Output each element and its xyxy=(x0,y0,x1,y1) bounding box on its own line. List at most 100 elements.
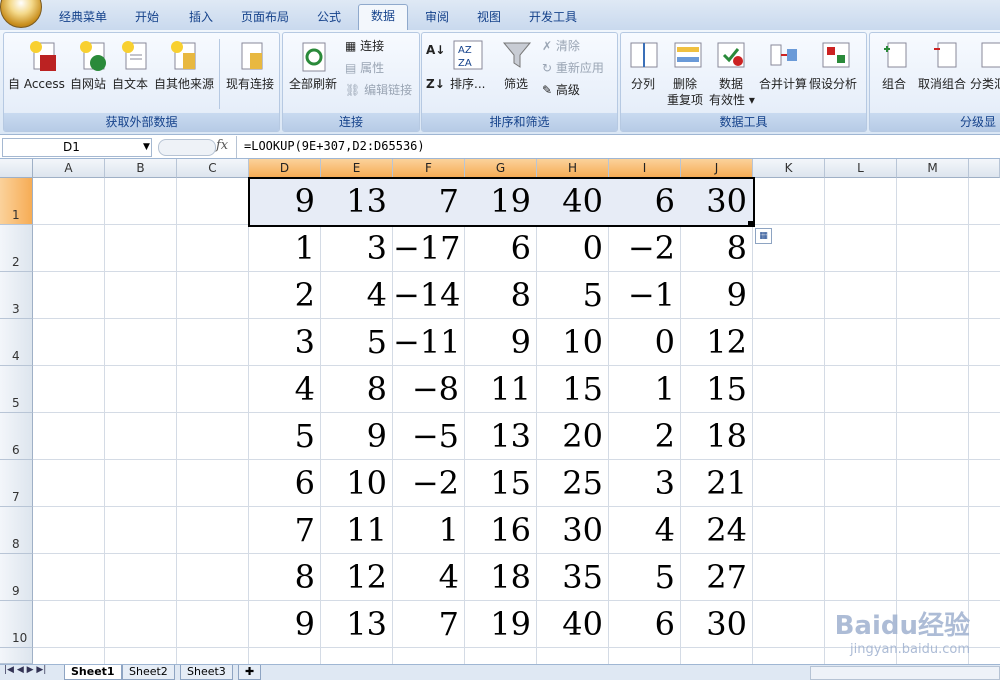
row-header-9[interactable]: 9 xyxy=(0,554,33,601)
cell-d8[interactable]: 7 xyxy=(249,507,321,553)
properties-button[interactable]: ▤ 属性 xyxy=(345,59,384,76)
row-header-5[interactable]: 5 xyxy=(0,366,33,413)
row-header-7[interactable]: 7 xyxy=(0,460,33,507)
refresh-all-button[interactable]: 全部刷新 xyxy=(289,75,337,92)
column-header-n[interactable] xyxy=(969,159,1000,178)
cell-j7[interactable]: 21 xyxy=(681,460,753,506)
cell-h5[interactable]: 15 xyxy=(537,366,609,412)
tab-classic-menu[interactable]: 经典菜单 xyxy=(48,6,118,28)
cell-e10[interactable]: 13 xyxy=(321,601,393,647)
existing-connections-button[interactable]: 现有连接 xyxy=(226,75,274,92)
cell-i2[interactable]: −2 xyxy=(609,225,681,271)
cell-d4[interactable]: 3 xyxy=(249,319,321,365)
cell-e5[interactable]: 8 xyxy=(321,366,393,412)
ungroup-button[interactable]: 取消组合 xyxy=(918,75,966,92)
cell-f9[interactable]: 4 xyxy=(393,554,465,600)
cell-h10[interactable]: 40 xyxy=(537,601,609,647)
column-header-e[interactable]: E xyxy=(321,159,393,178)
row-header-3[interactable]: 3 xyxy=(0,272,33,319)
column-header-b[interactable]: B xyxy=(105,159,177,178)
paste-options-icon[interactable]: ▦ xyxy=(755,228,772,244)
sheet-nav-arrows[interactable]: |◀ ◀ ▶ ▶| xyxy=(4,665,46,675)
column-header-g[interactable]: G xyxy=(465,159,537,178)
horizontal-scrollbar[interactable] xyxy=(810,666,1000,680)
cell-d10[interactable]: 9 xyxy=(249,601,321,647)
text-to-columns-button[interactable]: 分列 xyxy=(631,75,655,92)
insert-sheet-icon[interactable]: ✚ xyxy=(238,665,262,680)
from-access-button[interactable]: 自 Access xyxy=(8,75,65,92)
tab-insert[interactable]: 插入 xyxy=(176,6,226,28)
cell-g7[interactable]: 15 xyxy=(465,460,537,506)
cell-f2[interactable]: −17 xyxy=(393,225,465,271)
cell-f8[interactable]: 1 xyxy=(393,507,465,553)
cell-i5[interactable]: 1 xyxy=(609,366,681,412)
column-header-m[interactable]: M xyxy=(897,159,969,178)
cell-g3[interactable]: 8 xyxy=(465,272,537,318)
cell-j10[interactable]: 30 xyxy=(681,601,753,647)
clear-button[interactable]: ✗ 清除 xyxy=(542,37,580,54)
from-text-button[interactable]: 自文本 xyxy=(112,75,148,92)
column-header-k[interactable]: K xyxy=(753,159,825,178)
cell-d9[interactable]: 8 xyxy=(249,554,321,600)
edit-links-button[interactable]: ⛓ 编辑链接 xyxy=(345,81,412,98)
cell-g9[interactable]: 18 xyxy=(465,554,537,600)
column-header-f[interactable]: F xyxy=(393,159,465,178)
column-header-h[interactable]: H xyxy=(537,159,609,178)
subtotal-button[interactable]: 分类汇 xyxy=(970,75,1000,92)
cell-h3[interactable]: 5 xyxy=(537,272,609,318)
remove-duplicates-button[interactable]: 重复项 xyxy=(667,91,703,108)
connections-button[interactable]: ▦ 连接 xyxy=(345,37,384,54)
fill-handle[interactable] xyxy=(748,221,753,226)
cell-d5[interactable]: 4 xyxy=(249,366,321,412)
sort-button[interactable]: 排序... xyxy=(450,75,485,92)
cell-j6[interactable]: 18 xyxy=(681,413,753,459)
cell-d2[interactable]: 1 xyxy=(249,225,321,271)
cell-i10[interactable]: 6 xyxy=(609,601,681,647)
column-header-a[interactable]: A xyxy=(33,159,105,178)
cell-f6[interactable]: −5 xyxy=(393,413,465,459)
data-validation-button[interactable]: 有效性 ▾ xyxy=(709,91,755,108)
cell-g5[interactable]: 11 xyxy=(465,366,537,412)
row-header-1[interactable]: 1 xyxy=(0,178,33,225)
office-button[interactable] xyxy=(0,0,42,28)
sheet-tab-2[interactable]: Sheet2 xyxy=(122,665,175,680)
cell-e7[interactable]: 10 xyxy=(321,460,393,506)
cell-j8[interactable]: 24 xyxy=(681,507,753,553)
cell-g4[interactable]: 9 xyxy=(465,319,537,365)
tab-page-layout[interactable]: 页面布局 xyxy=(230,6,300,28)
cell-g6[interactable]: 13 xyxy=(465,413,537,459)
tab-view[interactable]: 视图 xyxy=(464,6,514,28)
cell-g10[interactable]: 19 xyxy=(465,601,537,647)
cell-i6[interactable]: 2 xyxy=(609,413,681,459)
cell-i9[interactable]: 5 xyxy=(609,554,681,600)
cell-e8[interactable]: 11 xyxy=(321,507,393,553)
cell-e6[interactable]: 9 xyxy=(321,413,393,459)
reapply-button[interactable]: ↻ 重新应用 xyxy=(542,59,604,76)
cell-e9[interactable]: 12 xyxy=(321,554,393,600)
cell-f10[interactable]: 7 xyxy=(393,601,465,647)
column-header-l[interactable]: L xyxy=(825,159,897,178)
cell-g2[interactable]: 6 xyxy=(465,225,537,271)
cell-f5[interactable]: −8 xyxy=(393,366,465,412)
advanced-button[interactable]: ✎ 高级 xyxy=(542,81,580,98)
column-header-i[interactable]: I xyxy=(609,159,681,178)
sort-za-icon[interactable]: Z↓ xyxy=(426,77,445,91)
tab-developer[interactable]: 开发工具 xyxy=(518,6,588,28)
sheet-tab-1[interactable]: Sheet1 xyxy=(64,665,122,680)
cell-j4[interactable]: 12 xyxy=(681,319,753,365)
cell-e4[interactable]: 5 xyxy=(321,319,393,365)
cell-e3[interactable]: 4 xyxy=(321,272,393,318)
row-header-11[interactable] xyxy=(0,648,33,664)
cell-h8[interactable]: 30 xyxy=(537,507,609,553)
tab-review[interactable]: 审阅 xyxy=(412,6,462,28)
cell-e2[interactable]: 3 xyxy=(321,225,393,271)
formula-input[interactable]: =LOOKUP(9E+307,D2:D65536) xyxy=(244,139,425,153)
insert-function-icon[interactable]: fx xyxy=(216,138,228,153)
select-all-corner[interactable] xyxy=(0,159,33,178)
data-label[interactable]: 数据 xyxy=(719,75,743,92)
sort-az-icon[interactable]: A↓ xyxy=(426,43,445,57)
filter-button[interactable]: 筛选 xyxy=(504,75,528,92)
cell-d6[interactable]: 5 xyxy=(249,413,321,459)
column-header-j[interactable]: J xyxy=(681,159,753,178)
tab-formulas[interactable]: 公式 xyxy=(304,6,354,28)
